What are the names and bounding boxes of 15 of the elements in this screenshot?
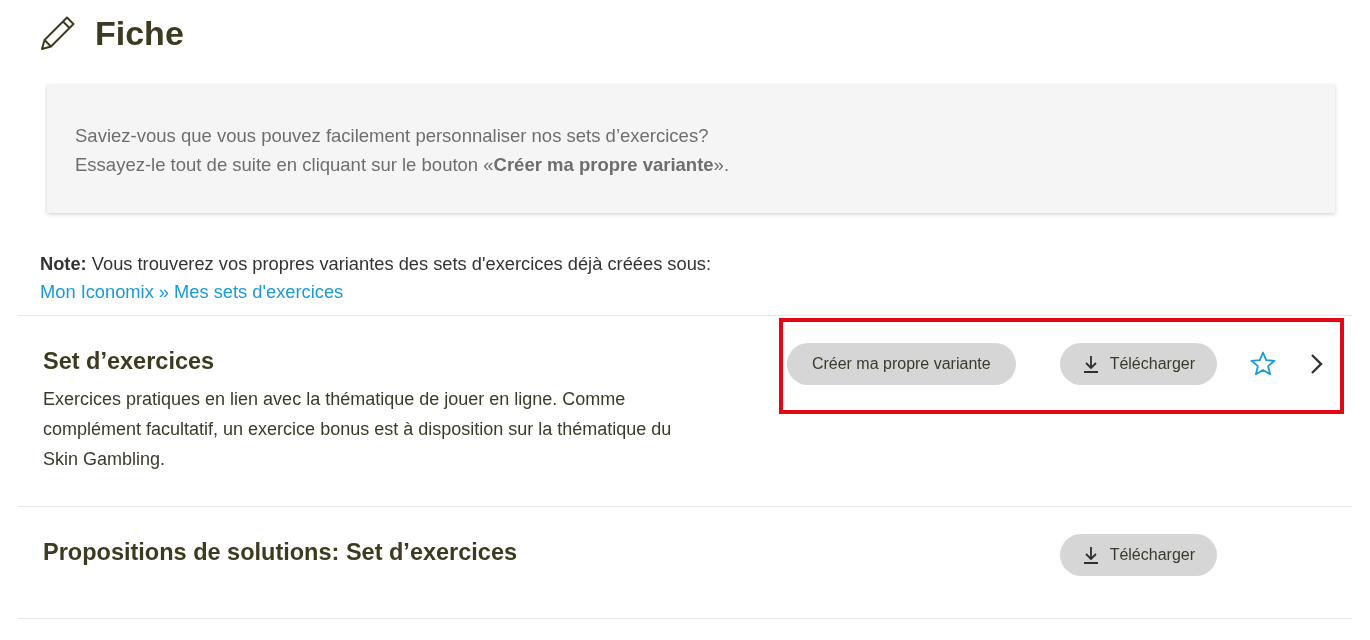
download-icon (1081, 355, 1100, 373)
download-button[interactable]: Télécharger (1059, 534, 1217, 576)
info-text: Essayez-le tout de suite en cliquant sur le bouton «Créer ma propre variante». (75, 153, 730, 177)
download-button[interactable]: Télécharger (1059, 343, 1217, 385)
info-text: Saviez-vous que vous pouvez facilement personnaliser nos sets d’exercices? (75, 124, 709, 148)
download-icon (1081, 546, 1100, 564)
page-title: Fiche (95, 13, 184, 53)
section-title: Propositions de solutions: Set d’exercices (43, 538, 518, 567)
pencil-icon (40, 15, 76, 51)
note-text: Note: Vous trouverez vos propres variantes des sets d'exercices déjà créées sous: (40, 252, 712, 276)
section-title: Set d’exercices (43, 347, 215, 376)
section-description: Exercices pratiques en lien avec la thématique de jouer en ligne. Comme complément facultatif, un exercice bonus est à disposition sur la thématique du Skin Gambling. (43, 388, 673, 471)
create-variant-button[interactable]: Créer ma propre variante (786, 343, 1016, 385)
star-icon[interactable] (1250, 351, 1276, 377)
chevron-right-icon[interactable] (1308, 352, 1324, 376)
